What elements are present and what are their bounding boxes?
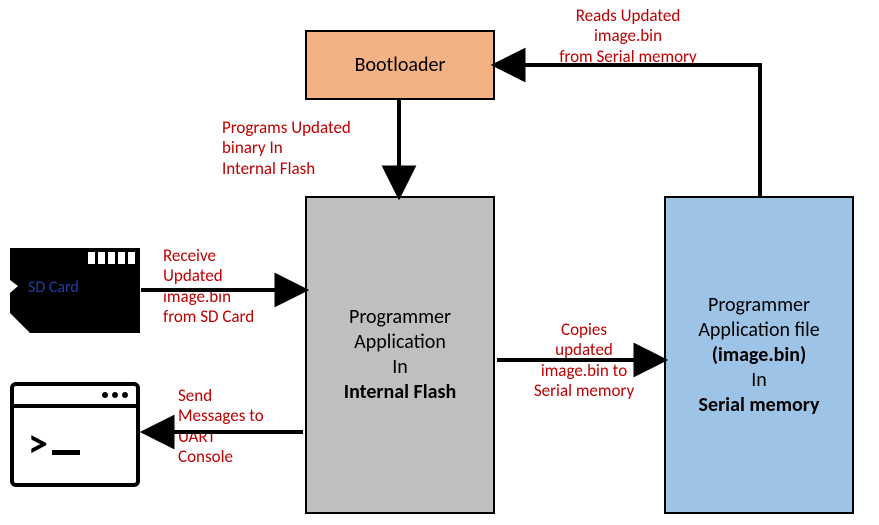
- arrows-layer: [0, 0, 879, 525]
- arrow-serial-to-bootloader: [497, 65, 760, 196]
